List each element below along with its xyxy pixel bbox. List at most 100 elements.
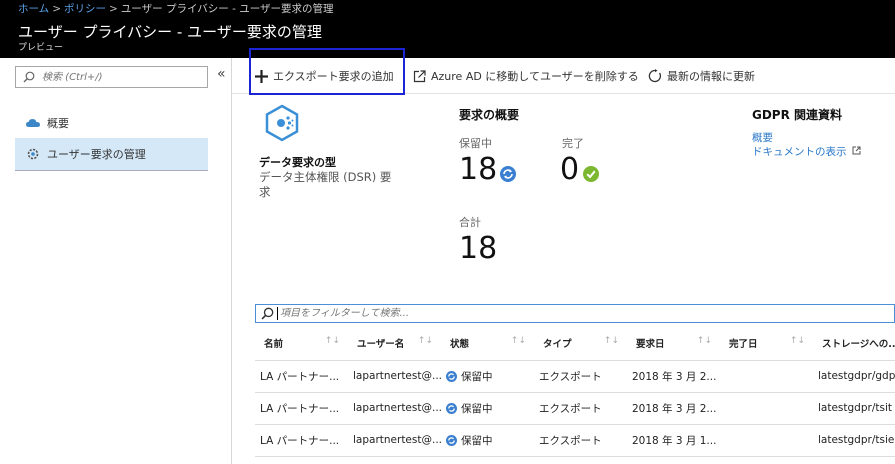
command-bar: エクスポート要求の追加 Azure AD に移動してユーザーを削除する 最新の情…: [232, 58, 895, 94]
search-icon: [23, 71, 35, 86]
cell-storage: latestgdpr/tsie: [813, 424, 895, 457]
table-row[interactable]: LA パートナー... lapartnertest@... 保留中 エクスポート…: [255, 424, 895, 457]
filter-box[interactable]: [255, 304, 895, 323]
complete-count: 0: [560, 152, 580, 187]
data-request-type-title: データ要求の型: [259, 156, 336, 169]
breadcrumb-separator: >: [109, 3, 118, 15]
breadcrumb: ホーム > ポリシー > ユーザー プライバシー - ユーザー要求の管理: [18, 1, 333, 16]
header-bar: ホーム > ポリシー > ユーザー プライバシー - ユーザー要求の管理 ユーザー プラ…: [0, 0, 895, 58]
sidebar-item-label: 概要: [47, 116, 69, 130]
cell-request-date: 2018 年 3 月 2...: [627, 360, 720, 393]
plus-icon: [255, 69, 268, 83]
cell-request-date: 2018 年 3 月 1...: [627, 424, 720, 457]
column-header-name[interactable]: 名前 ↑↓: [255, 326, 348, 361]
sort-icon[interactable]: ↑↓: [418, 336, 433, 346]
cell-status: 保留中: [441, 392, 534, 425]
sidebar-item-manage-requests[interactable]: ユーザー要求の管理: [15, 138, 208, 171]
collapse-sidebar-button[interactable]: «: [217, 66, 226, 82]
cell-status: 保留中: [441, 360, 534, 393]
column-header-label: 名前: [264, 338, 284, 350]
column-header-label: タイプ: [543, 338, 572, 350]
sort-icon[interactable]: ↑↓: [790, 336, 805, 346]
column-header-label: ストレージへの...: [822, 338, 895, 350]
external-link-icon: [852, 146, 861, 155]
cell-storage: latestgdpr/gdp: [813, 360, 895, 393]
pending-count: 18: [459, 152, 498, 187]
column-header-type[interactable]: タイプ ↑↓: [534, 326, 627, 361]
column-header-label: 状態: [450, 338, 470, 350]
total-count: 18: [459, 231, 498, 266]
gdpr-overview-link[interactable]: 概要: [752, 130, 773, 145]
add-export-request-label: エクスポート要求の追加: [273, 70, 394, 83]
cell-storage: latestgdpr/tsit: [813, 392, 895, 425]
refresh-button[interactable]: 最新の情報に更新: [648, 58, 755, 94]
sort-icon[interactable]: ↑↓: [697, 336, 712, 346]
sort-icon[interactable]: ↑↓: [604, 336, 619, 346]
status-text: 保留中: [461, 434, 493, 447]
sidebar-search-input[interactable]: [42, 69, 202, 85]
breadcrumb-current: ユーザー プライバシー - ユーザー要求の管理: [120, 3, 334, 15]
cell-type: エクスポート: [534, 392, 627, 425]
column-header-username[interactable]: ユーザー名 ↑↓: [348, 326, 441, 361]
cell-username: lapartnertest@...: [348, 424, 441, 457]
refresh-icon: [648, 69, 662, 83]
sidebar-search-box[interactable]: [15, 66, 208, 88]
text-caret: [277, 307, 278, 320]
sidebar: « 概要 ユーザー要求の管理: [0, 58, 232, 464]
table-header-row: 名前 ↑↓ ユーザー名 ↑↓ 状態 ↑↓ タイプ ↑↓ 要求日 ↑↓ 完了日 ↑↓ ストレー…: [255, 326, 895, 361]
sync-icon: [500, 166, 516, 185]
page-title: ユーザー プライバシー - ユーザー要求の管理: [18, 23, 322, 41]
data-request-type-description: データ主体権限 (DSR) 要求: [259, 170, 392, 199]
column-header-complete-date[interactable]: 完了日 ↑↓: [720, 326, 813, 361]
page-subtitle: プレビュー: [18, 43, 64, 53]
status-text: 保留中: [461, 370, 493, 383]
breadcrumb-separator: >: [52, 3, 61, 15]
cloud-icon: [19, 117, 47, 129]
cell-name: LA パートナー...: [255, 392, 348, 425]
search-icon: [261, 307, 274, 323]
add-export-request-button[interactable]: エクスポート要求の追加: [255, 58, 394, 94]
requests-table: 名前 ↑↓ ユーザー名 ↑↓ 状態 ↑↓ タイプ ↑↓ 要求日 ↑↓ 完了日 ↑↓ ストレー…: [255, 326, 895, 457]
breadcrumb-policy[interactable]: ポリシー: [64, 3, 106, 15]
pending-label: 保留中: [459, 137, 492, 150]
table-row[interactable]: LA パートナー... lapartnertest@... 保留中 エクスポート…: [255, 392, 895, 425]
summary-title: 要求の概要: [459, 108, 520, 122]
table-row[interactable]: LA パートナー... lapartnertest@... 保留中 エクスポート…: [255, 360, 895, 393]
data-request-icon: [264, 104, 300, 145]
cell-username: lapartnertest@...: [348, 392, 441, 425]
complete-label: 完了: [562, 137, 584, 150]
cell-complete-date: [720, 424, 813, 457]
status-text: 保留中: [461, 402, 493, 415]
move-to-azure-ad-button[interactable]: Azure AD に移動してユーザーを削除する: [413, 58, 639, 94]
column-header-request-date[interactable]: 要求日 ↑↓: [627, 326, 720, 361]
sidebar-item-label: ユーザー要求の管理: [47, 148, 146, 161]
sync-icon: [446, 434, 457, 446]
move-to-azure-ad-label: Azure AD に移動してユーザーを削除する: [431, 70, 639, 83]
cell-request-date: 2018 年 3 月 2...: [627, 392, 720, 425]
cell-name: LA パートナー...: [255, 360, 348, 393]
sidebar-item-overview[interactable]: 概要: [15, 106, 208, 139]
sort-icon[interactable]: ↑↓: [511, 336, 526, 346]
cell-complete-date: [720, 392, 813, 425]
refresh-label: 最新の情報に更新: [667, 70, 755, 83]
column-header-label: 要求日: [636, 338, 665, 350]
sort-icon[interactable]: ↑↓: [325, 336, 340, 346]
cell-name: LA パートナー...: [255, 424, 348, 457]
gdpr-resources-title: GDPR 関連資料: [752, 108, 843, 122]
cell-type: エクスポート: [534, 360, 627, 393]
gdpr-docs-link[interactable]: ドキュメントの表示: [752, 144, 861, 159]
cell-complete-date: [720, 360, 813, 393]
column-header-storage[interactable]: ストレージへの...: [813, 326, 895, 361]
gdpr-docs-label: ドキュメントの表示: [752, 146, 847, 158]
main-content: エクスポート要求の追加 Azure AD に移動してユーザーを削除する 最新の情…: [232, 48, 895, 464]
check-icon: [583, 166, 599, 185]
total-label: 合計: [459, 216, 481, 229]
gear-icon: [19, 147, 47, 161]
external-link-icon: [413, 69, 426, 83]
column-header-status[interactable]: 状態 ↑↓: [441, 326, 534, 361]
breadcrumb-home[interactable]: ホーム: [18, 3, 49, 15]
filter-input[interactable]: [280, 306, 880, 321]
cell-username: lapartnertest@...: [348, 360, 441, 393]
cell-type: エクスポート: [534, 424, 627, 457]
column-header-label: 完了日: [729, 338, 758, 350]
